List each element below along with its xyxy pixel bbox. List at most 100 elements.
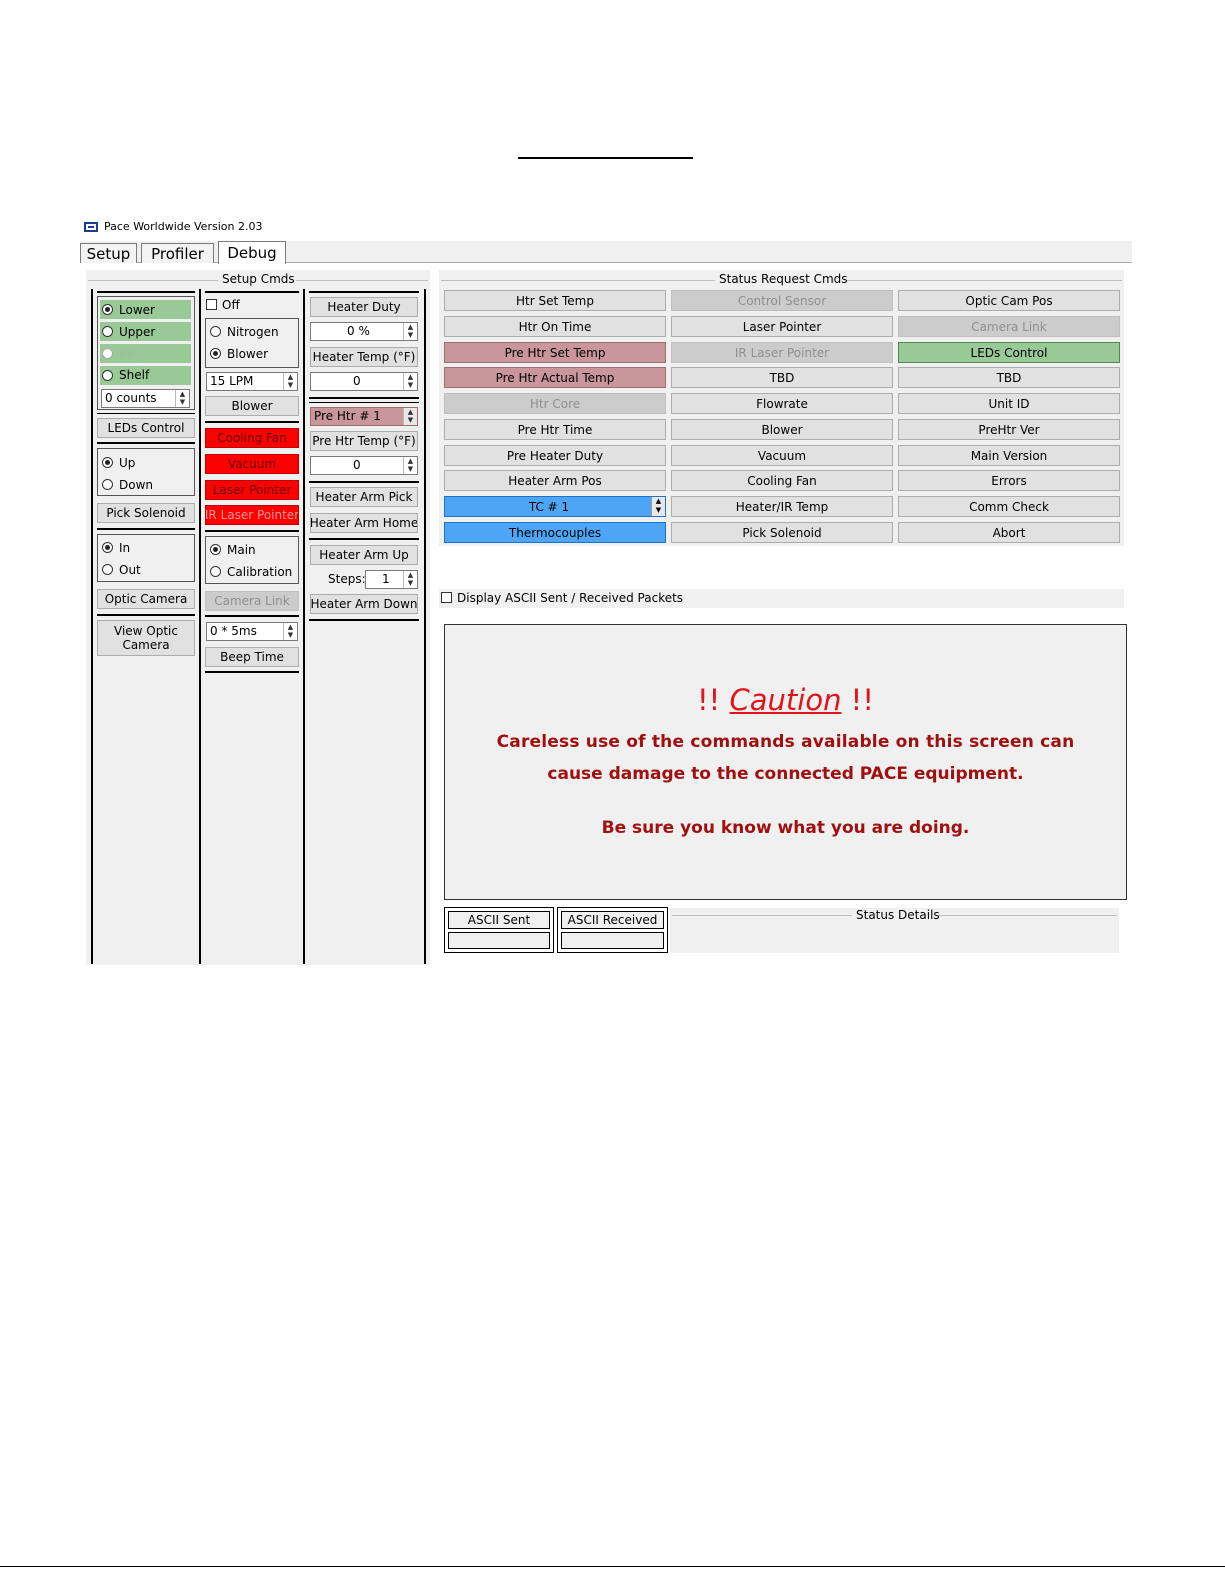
heater-arm-home-button[interactable]: Heater Arm Home [310,513,418,533]
c1-rule-4 [97,528,195,530]
heater-temp-stepper[interactable]: 0 ▲ ▼ [310,372,418,391]
lpm-value: 15 LPM [210,374,254,388]
setup-legend-line-left [88,280,218,281]
lpm-stepper[interactable]: 15 LPM ▲ ▼ [206,372,298,391]
main-version-button[interactable]: Main Version [898,445,1120,466]
pick-solenoid-button[interactable]: Pick Solenoid [97,503,195,523]
heater-arm-up-button[interactable]: Heater Arm Up [310,545,418,565]
radio-main[interactable] [210,544,221,555]
status-blower-button[interactable]: Blower [671,419,893,440]
heater-duty-button[interactable]: Heater Duty [310,297,418,317]
spin-arrows-icon[interactable]: ▲ ▼ [175,390,189,407]
comm-check-button[interactable]: Comm Check [898,496,1120,517]
leds-control-button[interactable]: LEDs Control [97,418,195,438]
flowrate-button[interactable]: Flowrate [671,393,893,414]
page-bottom-rule [0,1566,1225,1567]
label-calibration: Calibration [227,565,293,579]
caution-line-1: Careless use of the commands available o… [496,732,1075,752]
status-camera-link-button: Camera Link [898,316,1120,337]
status-pick-solenoid-button[interactable]: Pick Solenoid [671,522,893,543]
duty-stepper[interactable]: 0 % ▲ ▼ [310,322,418,341]
c2-rule-top [205,291,299,293]
counts-stepper[interactable]: 0 counts ▲ ▼ [101,389,190,408]
label-in: In [119,541,131,555]
tab-setup[interactable]: Setup [80,243,137,263]
laser-pointer-button[interactable]: Laser Pointer [205,480,299,500]
radio-shelf[interactable] [102,370,113,381]
steps-value: 1 [382,572,390,586]
unit-id-button[interactable]: Unit ID [898,393,1120,414]
optic-camera-button[interactable]: Optic Camera [97,589,195,609]
spin-arrows-icon[interactable]: ▲ ▼ [651,497,665,516]
radio-blower[interactable] [210,348,221,359]
abort-button[interactable]: Abort [898,522,1120,543]
radio-in[interactable] [102,542,113,553]
htr-on-time-button[interactable]: Htr On Time [444,316,666,337]
status-details-line-right [939,915,1117,916]
pre-htr-time-button[interactable]: Pre Htr Time [444,419,666,440]
display-ascii-checkbox[interactable] [441,592,452,603]
status-legend-line-right [846,280,1122,281]
errors-button[interactable]: Errors [898,470,1120,491]
c2-rule-4 [205,615,299,617]
pre-heater-duty-button[interactable]: Pre Heater Duty [444,445,666,466]
status-ir-laser-pointer-button: IR Laser Pointer [671,342,893,363]
radio-out[interactable] [102,564,113,575]
counts-value: 0 counts [105,391,157,405]
setup-cmds-title: Setup Cmds [222,272,295,286]
beep-stepper[interactable]: 0 * 5ms ▲ ▼ [206,622,298,641]
pre-htr-temp-button[interactable]: Pre Htr Temp (°F) [310,431,418,451]
heater-arm-pick-button[interactable]: Heater Arm Pick [310,487,418,507]
steps-stepper[interactable]: 1 ▲ ▼ [365,570,418,589]
pre-htr-actual-temp-button[interactable]: Pre Htr Actual Temp [444,367,666,388]
optic-cam-pos-button[interactable]: Optic Cam Pos [898,290,1120,311]
label-out: Out [119,563,141,577]
blower-button[interactable]: Blower [205,396,299,416]
c1-rule-3 [97,442,195,444]
spin-arrows-icon[interactable]: ▲ ▼ [283,373,297,390]
col-divider-3 [303,289,305,964]
pre-htr-temp-stepper[interactable]: 0 ▲ ▼ [310,456,418,475]
spin-arrows-icon[interactable]: ▲ ▼ [403,323,417,340]
spin-arrows-icon[interactable]: ▲ ▼ [403,408,417,425]
tbd-button-1[interactable]: TBD [671,367,893,388]
setup-legend-line-right [296,280,428,281]
steps-label: Steps: [328,572,366,586]
spin-arrows-icon[interactable]: ▲ ▼ [403,457,417,474]
tab-profiler[interactable]: Profiler [141,243,214,263]
prehtr-ver-button[interactable]: PreHtr Ver [898,419,1120,440]
c1-rule-5 [97,614,195,616]
c3-rule-4 [309,538,419,540]
view-optic-camera-button[interactable]: View Optic Camera [97,620,195,656]
status-cooling-fan-button[interactable]: Cooling Fan [671,470,893,491]
cooling-fan-button[interactable]: Cooling Fan [205,428,299,448]
col-divider-4 [424,289,426,964]
spin-arrows-icon[interactable]: ▲ ▼ [403,373,417,390]
heater-arm-pos-button[interactable]: Heater Arm Pos [444,470,666,491]
radio-nitrogen[interactable] [210,326,221,337]
checkbox-off[interactable] [206,299,217,310]
tc-select[interactable]: TC # 1 ▲ ▼ [444,496,666,517]
htr-set-temp-button[interactable]: Htr Set Temp [444,290,666,311]
beep-time-button[interactable]: Beep Time [205,647,299,667]
tab-debug[interactable]: Debug [218,241,286,264]
status-leds-control-button[interactable]: LEDs Control [898,342,1120,363]
spin-arrows-icon[interactable]: ▲ ▼ [403,571,417,588]
thermocouples-button[interactable]: Thermocouples [444,522,666,543]
pre-htr-set-temp-button[interactable]: Pre Htr Set Temp [444,342,666,363]
tbd-button-2[interactable]: TBD [898,367,1120,388]
radio-upper[interactable] [102,326,113,337]
heater-arm-down-button[interactable]: Heater Arm Down [310,594,418,614]
pre-htr-select[interactable]: Pre Htr # 1 ▲ ▼ [310,407,418,426]
radio-down[interactable] [102,479,113,490]
radio-lower[interactable] [102,304,113,315]
heater-ir-temp-button[interactable]: Heater/IR Temp [671,496,893,517]
vacuum-button[interactable]: Vacuum [205,454,299,474]
spin-arrows-icon[interactable]: ▲ ▼ [283,623,297,640]
status-vacuum-button[interactable]: Vacuum [671,445,893,466]
heater-temp-button[interactable]: Heater Temp (°F) [310,347,418,367]
radio-calibration[interactable] [210,566,221,577]
status-laser-pointer-button[interactable]: Laser Pointer [671,316,893,337]
radio-up[interactable] [102,457,113,468]
heater-temp-value: 0 [353,374,361,388]
